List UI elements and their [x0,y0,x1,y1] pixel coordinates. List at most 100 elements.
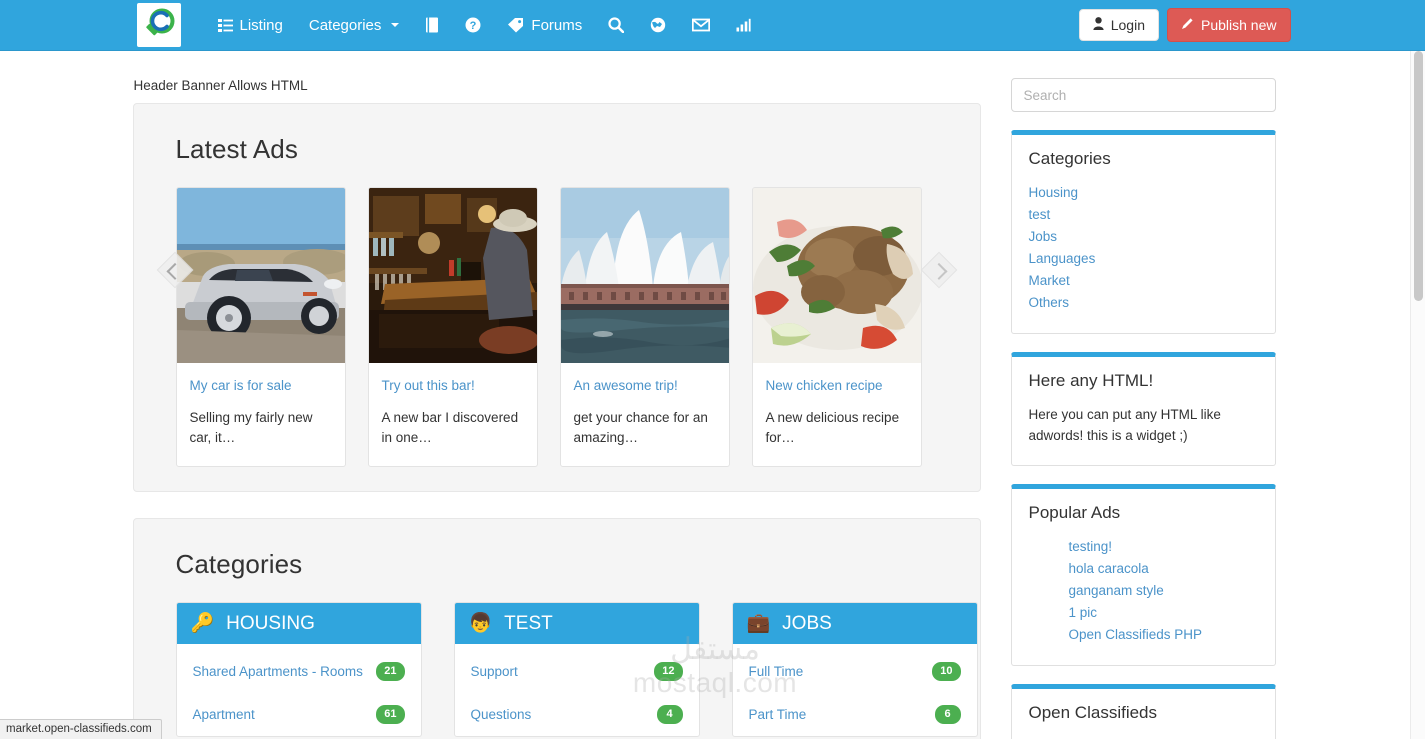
nav-item-faq[interactable]: ? [452,0,494,51]
list-item[interactable]: Open Classifieds PHP [1069,625,1258,645]
sidebar-category-link[interactable]: Languages [1029,251,1096,266]
category-row[interactable]: Questions 4 [455,693,699,736]
widget-title: Open Classifieds [1028,702,1158,722]
sidebar-category-link[interactable]: Jobs [1029,229,1058,244]
ad-card-description: get your chance for an amazing… [573,409,708,445]
category-row-label[interactable]: Apartment [193,707,255,722]
category-row[interactable]: Support 12 [455,650,699,693]
ad-thumbnail-car[interactable] [176,188,345,363]
nav-item-search[interactable] [595,0,637,51]
popular-ad-link[interactable]: Open Classifieds PHP [1069,627,1203,642]
search-icon [608,17,625,33]
latest-ads-title: Latest Ads [175,134,298,164]
list-item[interactable]: Others [1029,293,1258,313]
ad-card-title[interactable]: An awesome trip! [574,377,716,395]
page-wrapper: Header Banner Allows HTML Latest Ads My … [132,51,1293,739]
ad-card[interactable]: An awesome trip! get your chance for an … [559,187,730,468]
category-box-test: 👦 TEST Support 12 Questions 4 [453,602,700,738]
ad-thumbnail-opera-house[interactable] [560,188,729,363]
nav-item-contact[interactable] [679,0,723,51]
nav-item-forums[interactable]: Forums [494,0,595,51]
popular-ad-link[interactable]: ganganam style [1069,583,1164,598]
sidebar-category-link[interactable]: test [1029,207,1051,222]
user-icon [1093,16,1104,34]
category-row-label[interactable]: Support [471,664,518,679]
category-box-header[interactable]: 🔑 HOUSING [176,603,421,645]
category-row-label[interactable]: Full Time [749,664,804,679]
header-banner: Header Banner Allows HTML [133,78,308,93]
briefcase-icon: 💼 [746,613,771,635]
login-button[interactable]: Login [1078,8,1159,42]
question-circle-icon: ? [465,17,481,33]
sidebar: Categories Housing test Jobs Languages M… [1010,78,1276,739]
category-row-count: 61 [376,705,405,725]
site-logo[interactable] [136,3,181,47]
list-item[interactable]: Jobs [1029,227,1258,247]
ad-card-title[interactable]: My car is for sale [190,377,332,395]
ad-card-description: A new bar I discovered in one… [381,409,519,445]
list-item[interactable]: Languages [1029,249,1258,269]
list-item[interactable]: ganganam style [1069,581,1258,601]
widget-html: Here any HTML! Here you can put any HTML… [1010,352,1276,466]
ad-thumbnail-bar[interactable] [368,188,537,363]
ad-card-title[interactable]: New chicken recipe [766,377,908,395]
category-row[interactable]: Apartment 61 [177,693,421,736]
widget-title: Popular Ads [1028,502,1121,522]
list-item[interactable]: Housing [1029,183,1258,203]
envelope-icon [692,18,711,32]
nav-item-stats[interactable] [723,0,764,51]
search-input[interactable] [1010,78,1276,112]
category-row-count: 21 [376,662,405,682]
widget-title: Here any HTML! [1028,371,1154,390]
category-row-label[interactable]: Part Time [749,707,807,722]
chevron-down-icon [391,23,400,27]
book-icon [425,17,439,33]
category-box-header[interactable]: 💼 JOBS [732,603,977,645]
category-box-name: JOBS [782,612,832,634]
ad-card[interactable]: My car is for sale Selling my fairly new… [175,187,346,468]
tag-icon [507,17,524,33]
categories-title: Categories [175,549,303,580]
category-row[interactable]: Shared Apartments - Rooms 21 [177,650,421,693]
top-navbar: Listing Categories ? Forums Login Publis… [0,0,1425,51]
category-row-label[interactable]: Questions [471,707,532,722]
list-item[interactable]: Market [1029,271,1258,291]
bar-chart-icon [736,18,751,32]
nav-item-blog[interactable] [412,0,452,51]
category-box-header[interactable]: 👦 TEST [454,603,699,645]
vertical-scrollbar[interactable] [1410,51,1425,739]
popular-ad-link[interactable]: 1 pic [1069,605,1098,620]
list-item[interactable]: hola caracola [1069,559,1258,579]
nav-item-listing[interactable]: Listing [205,0,296,51]
category-row[interactable]: Full Time 10 [733,650,977,693]
ad-card-title[interactable]: Try out this bar! [382,377,524,395]
logo-magnifier-c-icon [145,8,174,36]
nav-item-language[interactable] [637,0,679,51]
ad-thumbnail-food[interactable] [752,188,921,363]
sidebar-category-link[interactable]: Others [1029,295,1070,310]
sidebar-category-link[interactable]: Housing [1029,185,1079,200]
ad-card[interactable]: Try out this bar! A new bar I discovered… [367,187,538,468]
pencil-icon [1181,17,1194,34]
ad-card[interactable]: New chicken recipe A new delicious recip… [751,187,922,468]
popular-ad-link[interactable]: hola caracola [1069,561,1149,576]
widget-categories: Categories Housing test Jobs Languages M… [1010,130,1276,334]
nav-item-label: Categories [308,16,382,34]
popular-ad-link[interactable]: testing! [1069,539,1113,554]
publish-new-button[interactable]: Publish new [1167,7,1291,43]
list-item[interactable]: 1 pic [1069,603,1258,623]
nav-item-label: Listing [239,16,283,34]
nav-item-categories[interactable]: Categories [296,0,413,51]
category-row-label[interactable]: Shared Apartments - Rooms [193,664,363,679]
globe-icon [650,17,666,33]
category-box-housing: 🔑 HOUSING Shared Apartments - Rooms 21 A… [175,602,422,738]
sidebar-category-link[interactable]: Market [1029,273,1070,288]
categories-panel: Categories 🔑 HOUSING Shared Apartments -… [132,518,981,739]
list-item[interactable]: test [1029,205,1258,225]
category-row[interactable]: Part Time 6 [733,693,977,736]
list-icon [217,18,233,32]
ad-card-description: Selling my fairly new car, it… [189,409,313,445]
scrollbar-thumb[interactable] [1414,51,1423,301]
list-item[interactable]: testing! [1069,537,1258,557]
widget-popular-ads: Popular Ads testing! hola caracola ganga… [1010,483,1276,666]
